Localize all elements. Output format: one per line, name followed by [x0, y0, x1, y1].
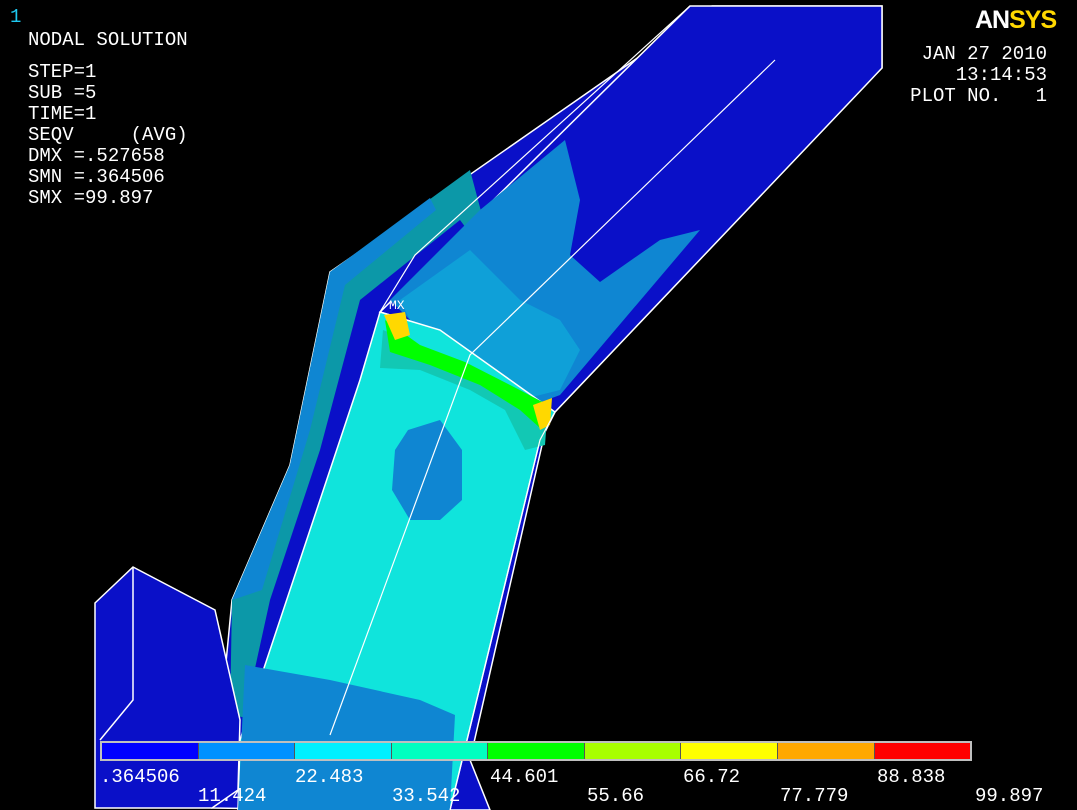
legend-color-7: [681, 743, 778, 759]
legend-label-top-3: 44.601: [490, 766, 559, 788]
legend-color-6: [584, 743, 682, 759]
solution-smn: SMN =.364506: [28, 166, 165, 188]
logo-part-2: SYS: [1009, 6, 1057, 34]
plot-number: PLOT NO. 1: [910, 85, 1047, 107]
legend-color-4: [391, 743, 489, 759]
contour-legend-bar: [100, 741, 972, 761]
legend-label-top-1: .364506: [100, 766, 180, 788]
legend-label-top-5: 88.838: [877, 766, 946, 788]
legend-color-2: [198, 743, 296, 759]
solution-time: TIME=1: [28, 103, 97, 125]
legend-label-bottom-2: 33.542: [392, 785, 461, 807]
solution-result-type: SEQV (AVG): [28, 124, 188, 146]
legend-color-3: [295, 743, 392, 759]
model-viewport[interactable]: MX: [0, 0, 1077, 810]
logo-part-1: AN: [975, 6, 1010, 34]
window-number: 1: [10, 6, 22, 28]
solution-dmx: DMX =.527658: [28, 145, 165, 167]
ansys-logo: ANSYS: [975, 6, 1057, 35]
legend-label-bottom-5: 99.897: [975, 785, 1044, 807]
legend-color-8: [777, 743, 875, 759]
legend-label-top-4: 66.72: [683, 766, 741, 788]
legend-label-top-2: 22.483: [295, 766, 364, 788]
solution-title: NODAL SOLUTION: [28, 29, 188, 51]
legend-color-1: [102, 743, 199, 759]
solution-smx: SMX =99.897: [28, 187, 154, 209]
solution-step: STEP=1: [28, 61, 97, 83]
legend-color-5: [488, 743, 585, 759]
legend-label-bottom-3: 55.66: [587, 785, 645, 807]
legend-label-bottom-4: 77.779: [780, 785, 849, 807]
max-marker: MX: [389, 298, 405, 313]
plot-time: 13:14:53: [955, 64, 1047, 86]
solution-sub: SUB =5: [28, 82, 97, 104]
plot-date: JAN 27 2010: [921, 43, 1047, 65]
legend-label-bottom-1: 11.424: [198, 785, 267, 807]
legend-color-9: [874, 743, 971, 759]
